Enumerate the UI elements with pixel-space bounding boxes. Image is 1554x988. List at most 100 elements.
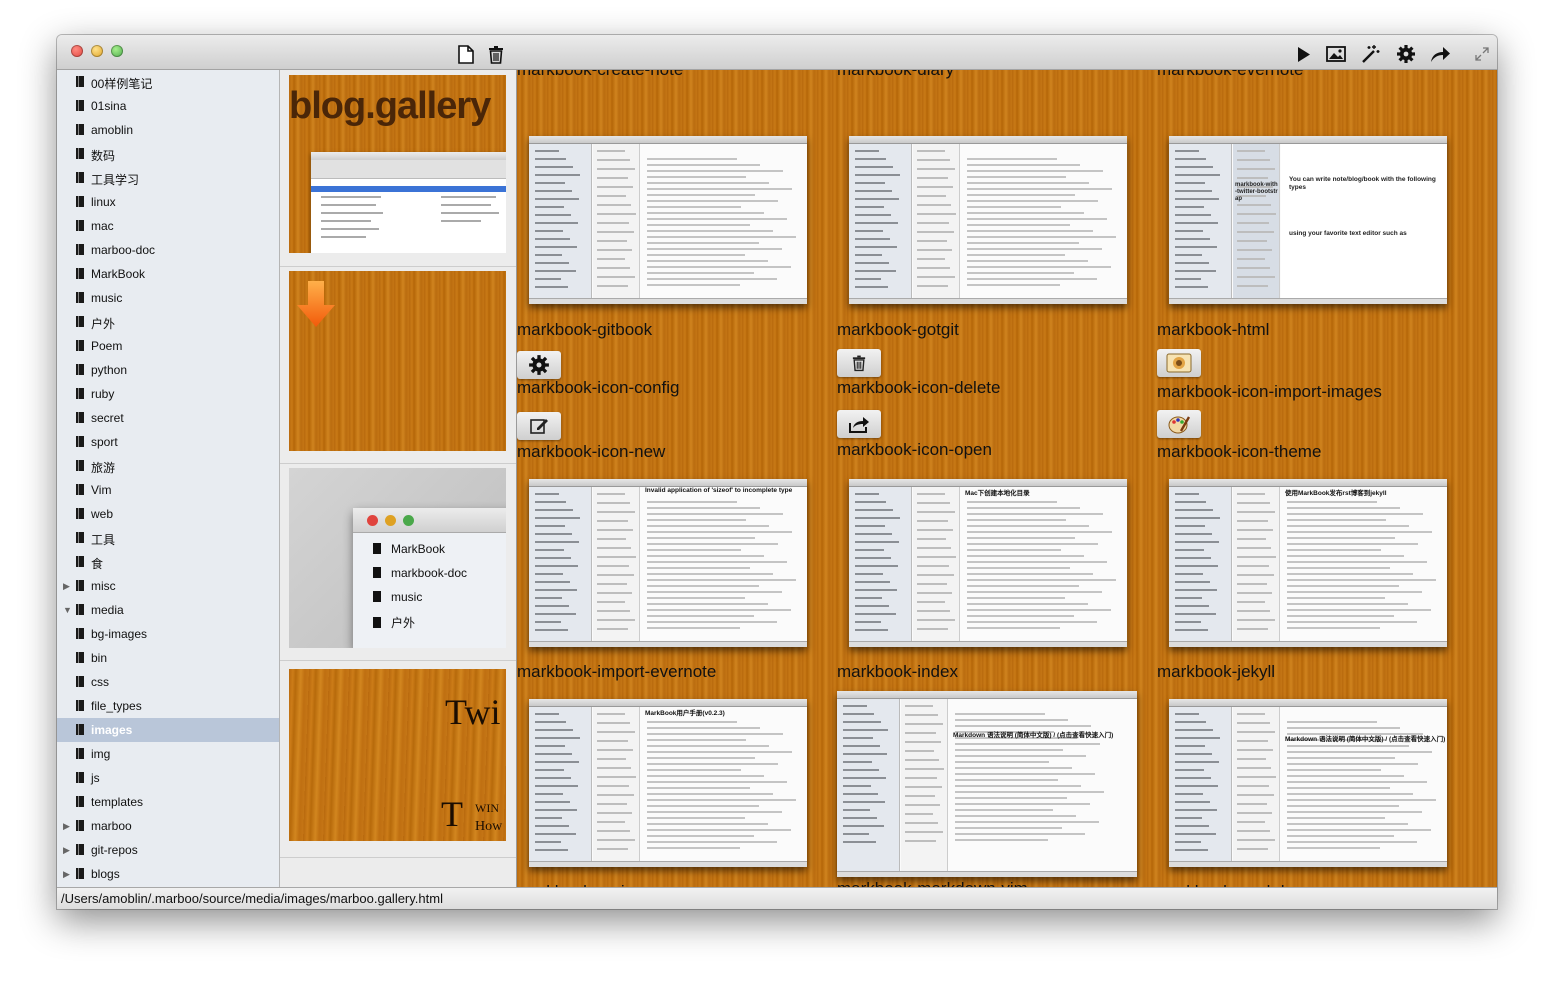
mini-list-item: MarkBook	[373, 542, 445, 556]
zoom-window-button[interactable]	[111, 45, 123, 57]
sidebar-item-label: 工具学习	[91, 173, 140, 187]
gallery-item-label[interactable]: markbook-markdown-vim	[837, 879, 1028, 887]
sidebar-item-[interactable]: 工具	[57, 526, 279, 550]
gallery-thumbnail[interactable]: markbook-with-twitter-bootstrap You can w…	[1169, 136, 1447, 304]
sidebar-item-blogs[interactable]: ▶ blogs	[57, 862, 279, 886]
gallery-item-label[interactable]: markbook-evernote	[1157, 70, 1303, 80]
disclosure-collapsed-icon[interactable]: ▶	[63, 821, 70, 832]
mini-list-item: 户外	[373, 614, 415, 631]
gallery-view[interactable]: markbook-create-note markbook-diary markbo…	[517, 70, 1497, 887]
new-file-button[interactable]	[455, 43, 477, 65]
notebook-icon	[76, 340, 84, 351]
image-button[interactable]	[1325, 43, 1347, 65]
gallery-thumbnail[interactable]: Markdown 语法说明 (简体中文版) / (点击查看快速入门)	[1169, 699, 1447, 867]
gallery-item-label[interactable]: markbook-html	[1157, 320, 1269, 340]
gallery-item-label[interactable]: markbook-icon-import-images	[1157, 382, 1382, 402]
gallery-item-label[interactable]: markbook-create-note	[517, 70, 683, 80]
image-icon	[1326, 46, 1346, 62]
sidebar-item-marboo[interactable]: ▶ marboo	[57, 814, 279, 838]
sidebar-item-00[interactable]: 00样例笔记	[57, 70, 279, 94]
gallery-thumbnail[interactable]: Invalid application of 'sizeof' to incom…	[529, 479, 807, 647]
notebook-icon	[76, 460, 84, 471]
gallery-item-label[interactable]: markbook-diary	[837, 70, 954, 80]
gallery-item-label[interactable]: markbook-icon-open	[837, 440, 992, 460]
gallery-item-label[interactable]: markbook-icon-delete	[837, 378, 1000, 398]
list-item[interactable]	[280, 267, 516, 464]
icon-thumbnail[interactable]	[1157, 349, 1201, 377]
fullscreen-icon	[1475, 47, 1489, 61]
sidebar-item-[interactable]: 数码	[57, 142, 279, 166]
list-item[interactable]: Twi T WIN How	[280, 661, 516, 858]
list-item[interactable]: blog.gallery	[280, 70, 516, 267]
preview-button[interactable]	[1293, 43, 1315, 65]
sidebar-item-misc[interactable]: ▶ misc	[57, 574, 279, 598]
theme-button[interactable]	[1359, 43, 1381, 65]
gallery-thumbnail[interactable]	[529, 136, 807, 304]
settings-button[interactable]	[1395, 43, 1417, 65]
sidebar-item-img[interactable]: img	[57, 742, 279, 766]
delete-button[interactable]	[485, 43, 507, 65]
play-icon	[1297, 46, 1311, 63]
sidebar-item-bin[interactable]: bin	[57, 646, 279, 670]
icon-thumbnail[interactable]	[517, 351, 561, 379]
sidebar-item-[interactable]: 工具学习	[57, 166, 279, 190]
gallery-item-label[interactable]: markbook-icon-new	[517, 442, 665, 462]
mini-list-label: MarkBook	[391, 542, 446, 556]
sidebar-item-secret[interactable]: secret	[57, 406, 279, 430]
sidebar-item-bg-images[interactable]: bg-images	[57, 622, 279, 646]
sidebar-item-ruby[interactable]: ruby	[57, 382, 279, 406]
notebook-sidebar[interactable]: 00样例笔记 01sina amoblin 数码工具学习 linux mac marboo-…	[57, 70, 280, 887]
gallery-item-label[interactable]: markbook-import-evernote	[517, 662, 716, 682]
icon-thumbnail[interactable]	[1157, 410, 1201, 438]
sidebar-item-music[interactable]: music	[57, 286, 279, 310]
sidebar-item-label: 01sina	[91, 99, 127, 113]
sidebar-item-git-repos[interactable]: ▶ git-repos	[57, 838, 279, 862]
share-arrow-icon	[1429, 45, 1451, 63]
sidebar-item-python[interactable]: python	[57, 358, 279, 382]
sidebar-item-[interactable]: 户外	[57, 310, 279, 334]
fullscreen-button[interactable]	[1471, 43, 1493, 65]
sidebar-item-markbook[interactable]: MarkBook	[57, 262, 279, 286]
gallery-item-label[interactable]: markbook-index	[837, 662, 958, 682]
sidebar-item-[interactable]: 食	[57, 550, 279, 574]
sidebar-item-js[interactable]: js	[57, 766, 279, 790]
sidebar-item-poem[interactable]: Poem	[57, 334, 279, 358]
sidebar-item-[interactable]: 旅游	[57, 454, 279, 478]
gallery-item-label[interactable]: markbook-icon-config	[517, 378, 680, 398]
disclosure-expanded-icon[interactable]: ▼	[63, 605, 72, 615]
close-window-button[interactable]	[71, 45, 83, 57]
share-button[interactable]	[1429, 43, 1451, 65]
sidebar-item-images[interactable]: images	[57, 718, 279, 742]
shot-text: using your favorite text editor such as	[1289, 230, 1407, 237]
sidebar-item-file-types[interactable]: file_types	[57, 694, 279, 718]
sidebar-item-templates[interactable]: templates	[57, 790, 279, 814]
gallery-item-label[interactable]: markbook-gotgit	[837, 320, 959, 340]
sidebar-item-sport[interactable]: sport	[57, 430, 279, 454]
gallery-item-label[interactable]: markbook-icon-theme	[1157, 442, 1321, 462]
sidebar-item-media[interactable]: ▼ media	[57, 598, 279, 622]
sidebar-item-amoblin[interactable]: amoblin	[57, 118, 279, 142]
icon-thumbnail[interactable]	[837, 349, 881, 377]
sidebar-item-web[interactable]: web	[57, 502, 279, 526]
gallery-item-label[interactable]: markbook-jekyll	[1157, 662, 1275, 682]
minimize-window-button[interactable]	[91, 45, 103, 57]
gallery-thumbnail[interactable]: Markdown 语法说明 (简体中文版) / (点击查看快速入门)	[837, 691, 1137, 877]
sidebar-item-marboo-doc[interactable]: marboo-doc	[57, 238, 279, 262]
sidebar-item-css[interactable]: css	[57, 670, 279, 694]
sidebar-item-vim[interactable]: Vim	[57, 478, 279, 502]
sidebar-item-linux[interactable]: linux	[57, 190, 279, 214]
sidebar-item-mac[interactable]: mac	[57, 214, 279, 238]
disclosure-collapsed-icon[interactable]: ▶	[63, 869, 70, 880]
gallery-item-label[interactable]: markbook-gitbook	[517, 320, 652, 340]
list-item[interactable]: MarkBook markbook-doc music 户外	[280, 464, 516, 661]
disclosure-collapsed-icon[interactable]: ▶	[63, 845, 70, 856]
gallery-thumbnail[interactable]: 使用MarkBook发布rst博客到jekyll	[1169, 479, 1447, 647]
icon-thumbnail[interactable]	[517, 412, 561, 440]
gallery-thumbnail[interactable]	[849, 136, 1127, 304]
icon-thumbnail[interactable]	[837, 410, 881, 438]
file-list-column[interactable]: blog.gallery MarkBook markbook-doc music…	[280, 70, 517, 887]
gallery-thumbnail[interactable]: Mac下创建本地化目录	[849, 479, 1127, 647]
disclosure-collapsed-icon[interactable]: ▶	[63, 581, 70, 592]
gallery-thumbnail[interactable]: MarkBook用户手册(v0.2.3)	[529, 699, 807, 867]
sidebar-item-01sina[interactable]: 01sina	[57, 94, 279, 118]
